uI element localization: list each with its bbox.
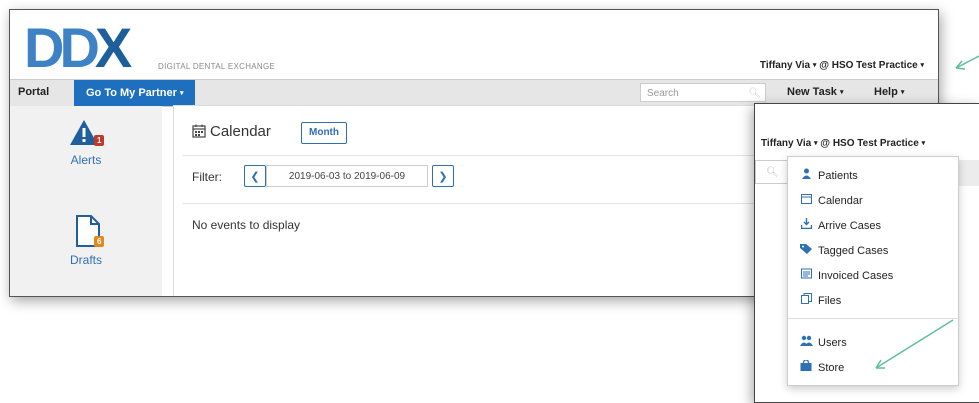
practice-name: @ HSO Test Practice bbox=[820, 138, 919, 149]
annotation-arrow-top bbox=[955, 55, 979, 70]
nav-portal-link[interactable]: Portal bbox=[18, 86, 49, 98]
next-week-button[interactable]: ❯ bbox=[432, 165, 454, 187]
new-task-label: New Task bbox=[787, 86, 837, 98]
user-name: Tiffany Via bbox=[761, 138, 812, 149]
go-to-partner-button[interactable]: Go To My Partner ▾ bbox=[74, 80, 196, 106]
menu-item-files[interactable]: Files bbox=[788, 290, 958, 312]
date-range-field[interactable]: 2019-06-03 to 2019-06-09 bbox=[266, 165, 428, 187]
chevron-down-icon: ▾ bbox=[814, 140, 818, 147]
menu-item-label: Calendar bbox=[818, 195, 863, 207]
user-name: Tiffany Via bbox=[759, 60, 811, 71]
month-view-button[interactable]: Month bbox=[301, 122, 347, 144]
help-menu[interactable]: Help ▾ bbox=[874, 86, 904, 98]
chevron-down-icon: ▾ bbox=[840, 89, 844, 96]
help-label: Help bbox=[874, 86, 898, 98]
menu-divider bbox=[788, 318, 958, 319]
sidebar-item-label: Drafts bbox=[69, 253, 102, 267]
calendar-icon bbox=[799, 190, 813, 212]
user-dropdown-window: Tiffany Via ▾ @ HSO Test Practice ▾ 🔍︎ P… bbox=[754, 103, 979, 403]
menu-item-label: Store bbox=[818, 362, 845, 374]
invoice-icon bbox=[799, 265, 813, 287]
chevron-down-icon: ▾ bbox=[921, 140, 926, 147]
chevron-down-icon: ▾ bbox=[920, 62, 924, 69]
menu-item-calendar[interactable]: Calendar bbox=[788, 190, 958, 212]
menu-item-users[interactable]: Users bbox=[788, 332, 958, 354]
alerts-count-badge: 1 bbox=[94, 135, 105, 146]
menu-item-label: Invoiced Cases bbox=[818, 270, 894, 282]
chevron-down-icon: ▾ bbox=[900, 89, 905, 96]
go-to-partner-label: Go To My Partner bbox=[86, 87, 177, 99]
sidebar-item-alerts[interactable]: 1 Alerts bbox=[50, 118, 122, 167]
chevron-down-icon: ▾ bbox=[179, 90, 184, 97]
menu-item-label: Files bbox=[818, 295, 842, 307]
user-menu-toggle[interactable]: Tiffany Via ▾ @ HSO Test Practice ▾ bbox=[761, 138, 925, 149]
search-input[interactable]: Search 🔍︎ bbox=[640, 83, 766, 102]
practice-name: @ HSO Test Practice bbox=[819, 60, 918, 71]
menu-item-label: Tagged Cases bbox=[818, 245, 889, 257]
menu-item-label: Arrive Cases bbox=[818, 220, 881, 232]
menu-item-label: Patients bbox=[818, 170, 858, 182]
menu-item-arrive-cases[interactable]: Arrive Cases bbox=[788, 215, 958, 237]
menu-item-store[interactable]: Store bbox=[788, 357, 958, 379]
store-icon bbox=[799, 357, 813, 379]
user-menu-toggle[interactable]: Tiffany Via ▾ @ HSO Test Practice ▾ bbox=[760, 60, 924, 71]
ddx-logo[interactable]: DDX DIGITAL DENTAL EXCHANGE bbox=[24, 20, 275, 76]
arrive-icon bbox=[799, 215, 813, 237]
menu-item-tagged-cases[interactable]: Tagged Cases bbox=[788, 240, 958, 262]
search-icon[interactable]: 🔍︎ bbox=[748, 84, 761, 103]
chevron-left-icon: ❮ bbox=[250, 171, 260, 183]
patient-icon bbox=[799, 165, 813, 187]
drafts-count-badge: 6 bbox=[94, 236, 105, 247]
calendar-title: Calendar bbox=[210, 123, 271, 140]
menu-item-invoiced-cases[interactable]: Invoiced Cases bbox=[788, 265, 958, 287]
files-icon bbox=[799, 290, 813, 312]
new-task-menu[interactable]: New Task ▾ bbox=[787, 86, 844, 98]
previous-week-button[interactable]: ❮ bbox=[244, 165, 266, 187]
logo-letters: DDX bbox=[24, 16, 132, 79]
sidebar-item-drafts[interactable]: 6 Drafts bbox=[50, 214, 122, 267]
calendar-icon bbox=[192, 124, 206, 141]
search-icon: 🔍︎ bbox=[766, 167, 779, 178]
tag-icon bbox=[799, 240, 813, 262]
search-placeholder: Search bbox=[647, 88, 679, 99]
filter-label: Filter: bbox=[192, 170, 222, 184]
logo-subtitle: DIGITAL DENTAL EXCHANGE bbox=[158, 62, 276, 71]
empty-events-message: No events to display bbox=[192, 218, 301, 232]
users-icon bbox=[799, 332, 813, 354]
chevron-right-icon: ❯ bbox=[438, 171, 448, 183]
menu-item-patients[interactable]: Patients bbox=[788, 165, 958, 187]
sidebar-item-label: Alerts bbox=[70, 153, 102, 167]
menu-item-label: Users bbox=[818, 337, 847, 349]
sidebar: 1 Alerts 6 Drafts bbox=[10, 106, 162, 296]
user-dropdown-menu: Patients Calendar Arrive Cases Tagged Ca… bbox=[787, 156, 959, 386]
chevron-down-icon: ▾ bbox=[812, 62, 817, 69]
